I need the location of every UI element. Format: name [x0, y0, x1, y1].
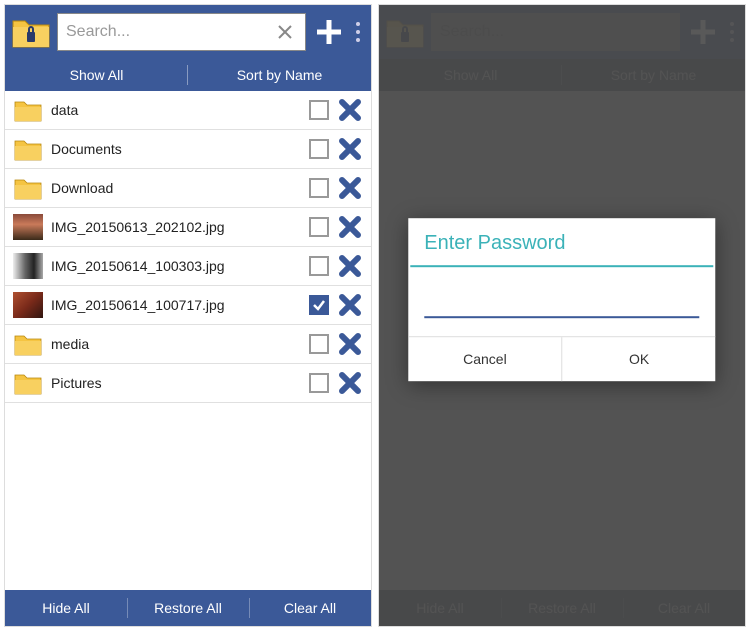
list-item[interactable]: IMG_20150614_100303.jpg: [5, 247, 371, 286]
search-input[interactable]: [66, 23, 273, 41]
delete-icon[interactable]: [337, 136, 363, 162]
checkbox[interactable]: [309, 139, 329, 159]
show-all-button[interactable]: Show All: [5, 59, 188, 91]
add-button[interactable]: [312, 12, 346, 52]
image-thumbnail: [13, 214, 43, 240]
hide-all-button[interactable]: Hide All: [5, 590, 127, 626]
screen-left: Show All Sort by Name data Documents Downl…: [4, 4, 372, 627]
subheader: Show All Sort by Name: [5, 59, 371, 91]
file-list: data Documents Download IMG_20150613_202102…: [5, 91, 371, 590]
search-box: [57, 13, 306, 51]
delete-icon[interactable]: [337, 331, 363, 357]
item-name: IMG_20150614_100303.jpg: [51, 258, 301, 274]
header: [5, 5, 371, 59]
delete-icon[interactable]: [337, 214, 363, 240]
restore-all-button[interactable]: Restore All: [127, 590, 249, 626]
folder-icon: [13, 136, 43, 162]
item-name: IMG_20150613_202102.jpg: [51, 219, 301, 235]
dialog-buttons: Cancel OK: [408, 336, 715, 381]
footer: Hide All Restore All Clear All: [5, 590, 371, 626]
delete-icon[interactable]: [337, 97, 363, 123]
delete-icon[interactable]: [337, 175, 363, 201]
item-name: Download: [51, 180, 301, 196]
checkbox[interactable]: [309, 256, 329, 276]
image-thumbnail: [13, 253, 43, 279]
list-item[interactable]: Pictures: [5, 364, 371, 403]
checkbox[interactable]: [309, 217, 329, 237]
sort-button[interactable]: Sort by Name: [188, 59, 371, 91]
checkbox[interactable]: [309, 373, 329, 393]
item-name: Pictures: [51, 375, 301, 391]
checkbox[interactable]: [309, 100, 329, 120]
delete-icon[interactable]: [337, 253, 363, 279]
list-item[interactable]: IMG_20150614_100717.jpg: [5, 286, 371, 325]
screen-right: Show All Sort by Name Hide All Restore A…: [378, 4, 746, 627]
password-input[interactable]: [424, 295, 699, 318]
folder-icon: [13, 370, 43, 396]
item-name: IMG_20150614_100717.jpg: [51, 297, 301, 313]
list-item[interactable]: media: [5, 325, 371, 364]
checkbox[interactable]: [309, 295, 329, 315]
cancel-button[interactable]: Cancel: [408, 337, 561, 381]
list-item[interactable]: data: [5, 91, 371, 130]
ok-button[interactable]: OK: [562, 337, 716, 381]
list-item[interactable]: Download: [5, 169, 371, 208]
folder-icon: [13, 331, 43, 357]
image-thumbnail: [13, 292, 43, 318]
item-name: data: [51, 102, 301, 118]
dialog-title: Enter Password: [408, 218, 715, 265]
clear-search-icon[interactable]: [273, 20, 297, 44]
delete-icon[interactable]: [337, 370, 363, 396]
checkbox[interactable]: [309, 178, 329, 198]
item-name: Documents: [51, 141, 301, 157]
clear-all-button[interactable]: Clear All: [249, 590, 371, 626]
list-item[interactable]: Documents: [5, 130, 371, 169]
dialog-body: [408, 267, 715, 336]
checkbox[interactable]: [309, 334, 329, 354]
overflow-menu-icon[interactable]: [352, 18, 365, 46]
password-dialog: Enter Password Cancel OK: [408, 218, 715, 381]
delete-icon[interactable]: [337, 292, 363, 318]
app-lock-folder-icon: [11, 11, 51, 53]
folder-icon: [13, 97, 43, 123]
item-name: media: [51, 336, 301, 352]
list-item[interactable]: IMG_20150613_202102.jpg: [5, 208, 371, 247]
folder-icon: [13, 175, 43, 201]
